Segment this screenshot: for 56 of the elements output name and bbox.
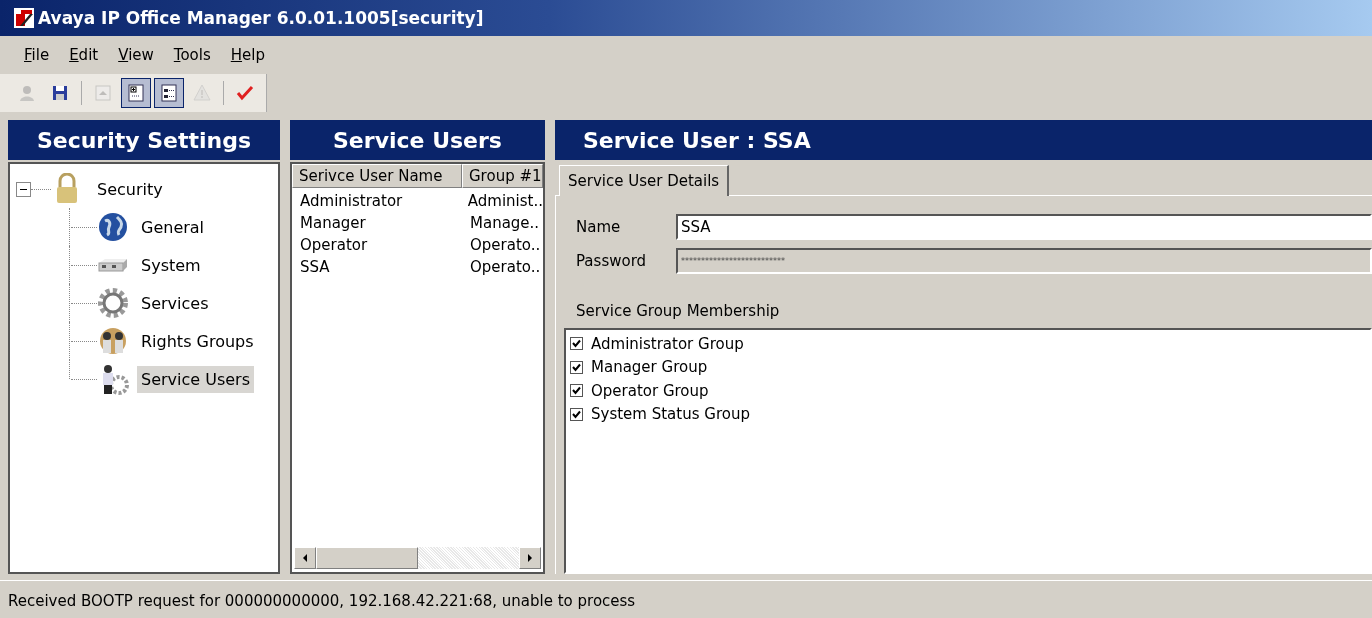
list-row[interactable]: Manager Manage.. bbox=[292, 212, 543, 234]
list-cell-text: Operato.. bbox=[470, 258, 542, 276]
list-row[interactable]: SSA Operato.. bbox=[292, 256, 543, 278]
tab[interactable]: Service User Details bbox=[559, 165, 730, 196]
list-pane-icon[interactable] bbox=[154, 78, 184, 108]
list-cell-text: Operato.. bbox=[470, 236, 542, 254]
checkbox-label: Manager Group bbox=[591, 358, 708, 377]
right-arrow-icon bbox=[527, 554, 533, 562]
checkbox[interactable] bbox=[570, 384, 583, 398]
globe-icon bbox=[97, 211, 129, 243]
tree-item[interactable]: Services bbox=[137, 289, 213, 317]
scroll-thumb[interactable] bbox=[316, 547, 418, 569]
field-label: Password bbox=[575, 252, 648, 270]
menu-item[interactable]: File bbox=[16, 44, 58, 66]
list-cell-text: Manager bbox=[299, 214, 367, 232]
column-header[interactable]: Serivce User Name bbox=[292, 164, 462, 188]
field-label: Name bbox=[575, 218, 622, 236]
left-arrow-icon bbox=[302, 554, 308, 562]
menu-item[interactable]: Tools bbox=[165, 44, 219, 66]
tree-item[interactable]: General bbox=[137, 213, 209, 241]
tree-item[interactable]: System bbox=[137, 251, 205, 279]
horizontal-scrollbar[interactable] bbox=[294, 547, 541, 569]
scroll-right-button[interactable] bbox=[519, 547, 541, 569]
checkbox[interactable] bbox=[570, 407, 583, 421]
tree-item[interactable]: Service Users bbox=[137, 365, 255, 393]
section-label: Service Group Membership bbox=[576, 302, 781, 320]
list-cell-text: Administrator bbox=[299, 192, 404, 210]
panel-title: Security Settings bbox=[8, 120, 280, 160]
scroll-left-button[interactable] bbox=[294, 547, 316, 569]
checkbox-label: System Status Group bbox=[591, 405, 750, 424]
tree-pane-icon[interactable] bbox=[121, 78, 151, 108]
status-bar: Received BOOTP request for 000000000000, 192.168.42.221:68, unable to process bbox=[0, 580, 1372, 618]
menu-item[interactable]: Help bbox=[222, 44, 273, 66]
list-cell-text: Operator bbox=[299, 236, 369, 254]
panel-title: Service Users bbox=[290, 120, 545, 160]
panel-title: Service User : SSA bbox=[555, 120, 1372, 160]
gear-icon bbox=[97, 287, 129, 319]
column-header[interactable]: Group #1 bbox=[462, 164, 543, 188]
checkbox-label: Operator Group bbox=[591, 381, 709, 400]
list-cell: Administ.. bbox=[467, 192, 543, 210]
checkbox[interactable] bbox=[570, 337, 583, 351]
checkbox-label: Administrator Group bbox=[591, 334, 744, 353]
checkbox[interactable] bbox=[570, 360, 583, 374]
tree-item[interactable]: Rights Groups bbox=[137, 327, 258, 355]
people-icon bbox=[97, 325, 129, 357]
window-title: Avaya IP Office Manager 6.0.01.1005[security] bbox=[38, 8, 484, 28]
input-field[interactable]: SSA bbox=[676, 214, 1372, 240]
collapse-toggle[interactable] bbox=[16, 181, 31, 197]
menu-item[interactable]: View bbox=[110, 44, 162, 66]
app-logo-icon bbox=[14, 8, 34, 28]
list-row[interactable]: Administrator Administ.. bbox=[292, 190, 543, 212]
list-cell-text: SSA bbox=[299, 258, 331, 276]
list-cell-text: Manage.. bbox=[470, 214, 541, 232]
tree-item[interactable]: Security bbox=[93, 175, 167, 203]
menu-item[interactable]: Edit bbox=[61, 44, 107, 66]
list-row[interactable]: Operator Operato.. bbox=[292, 234, 543, 256]
